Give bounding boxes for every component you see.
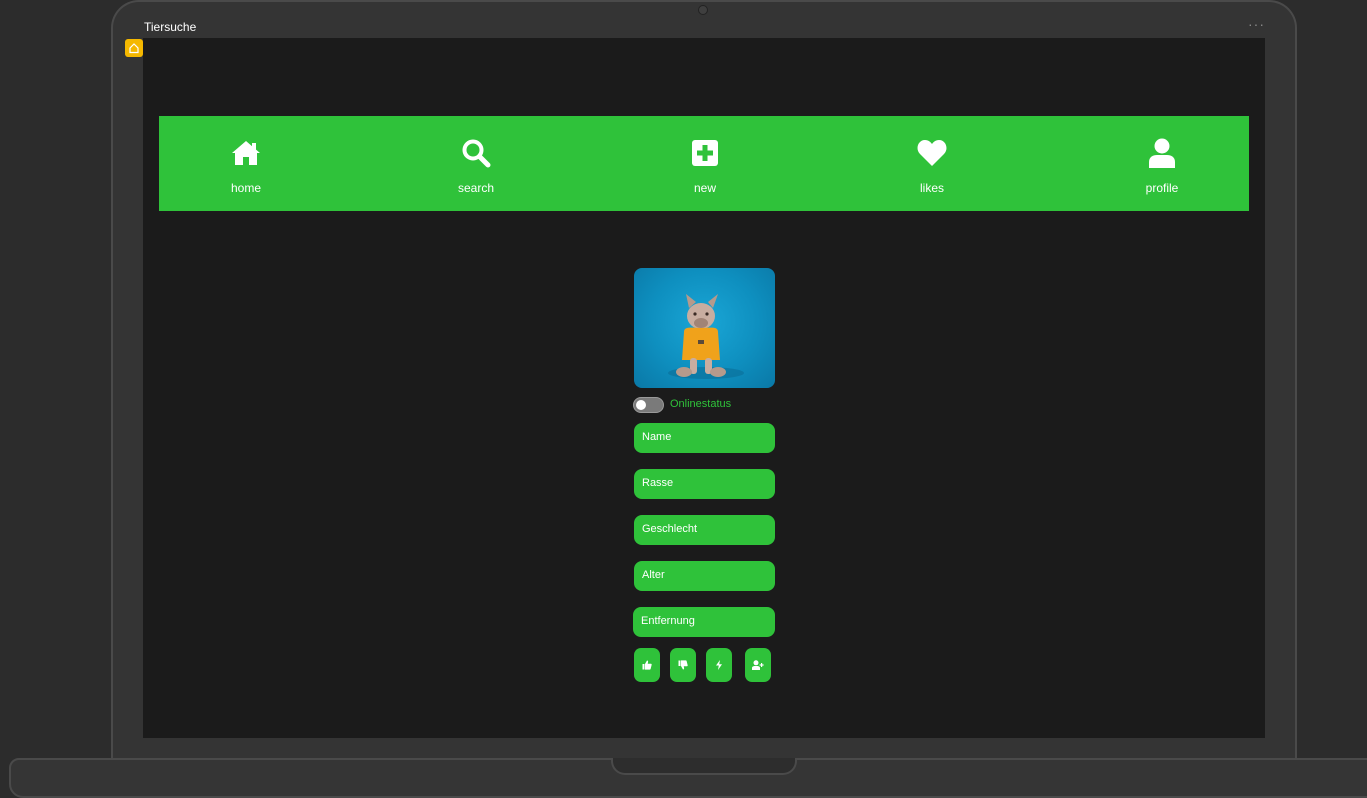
nav-item-search[interactable]: search (416, 116, 536, 211)
boost-button[interactable] (706, 648, 732, 682)
age-field[interactable]: Alter (634, 561, 775, 591)
nav-item-likes[interactable]: likes (872, 116, 992, 211)
nav-item-new[interactable]: new (645, 116, 765, 211)
nav-item-profile[interactable]: profile (1102, 116, 1222, 211)
dislike-button[interactable] (670, 648, 696, 682)
add-friend-button[interactable] (745, 648, 771, 682)
add-friend-icon (752, 660, 764, 670)
online-status-toggle[interactable] (633, 397, 664, 413)
french-bulldog-photo (634, 268, 775, 388)
thumbs-up-icon (642, 660, 652, 670)
breed-field[interactable]: Rasse (634, 469, 775, 499)
gender-field[interactable]: Geschlecht (634, 515, 775, 545)
distance-field[interactable]: Entfernung (633, 607, 775, 637)
camera (698, 5, 708, 15)
user-icon (1146, 138, 1178, 168)
heart-icon (916, 138, 948, 168)
toggle-knob (636, 400, 646, 410)
search-icon (460, 138, 492, 168)
like-button[interactable] (634, 648, 660, 682)
window-title: Tiersuche (144, 20, 197, 34)
app-home-badge[interactable] (125, 39, 143, 57)
navbar: home search new likes profile (159, 116, 1249, 211)
nav-item-home[interactable]: home (186, 116, 306, 211)
home-icon (230, 138, 262, 168)
nav-label-likes: likes (919, 181, 944, 195)
plus-square-icon (689, 138, 721, 168)
laptop-notch (611, 758, 797, 775)
name-field[interactable]: Name (634, 423, 775, 453)
thumbs-down-icon (678, 660, 688, 670)
home-outline-icon (129, 43, 139, 54)
nav-label-profile: profile (1145, 181, 1179, 195)
nav-label-new: new (693, 181, 716, 195)
nav-label-home: home (230, 181, 262, 195)
bolt-icon (716, 660, 722, 670)
online-status-label: Onlinestatus (670, 398, 732, 410)
window-menu-button[interactable]: ··· (1248, 16, 1265, 32)
nav-label-search: search (457, 181, 495, 195)
